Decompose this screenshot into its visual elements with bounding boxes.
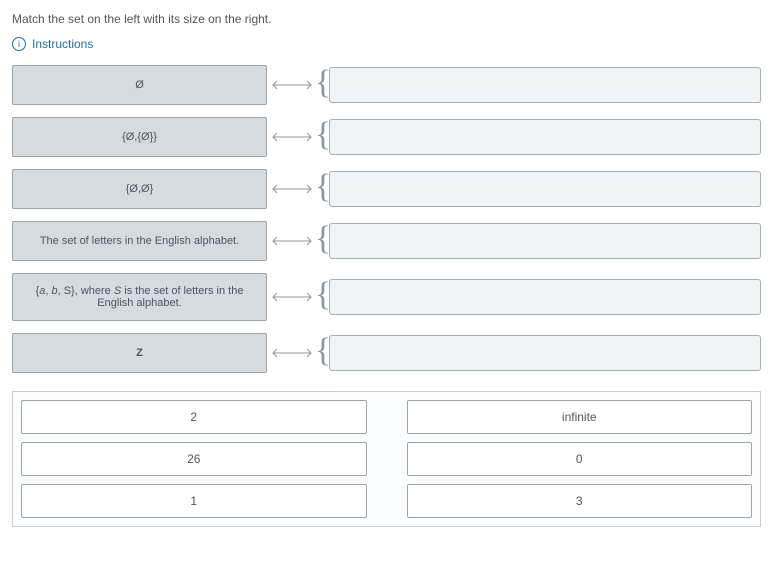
match-row: Ø { [12, 65, 761, 105]
answer-option[interactable]: 3 [407, 484, 753, 518]
answer-option[interactable]: 1 [21, 484, 367, 518]
brace-icon: { [317, 177, 329, 201]
drop-target[interactable] [329, 335, 761, 371]
drop-target[interactable] [329, 279, 761, 315]
connector [267, 132, 317, 142]
set-card[interactable]: {Ø,Ø} [12, 169, 267, 209]
double-arrow-icon [269, 80, 315, 90]
set-card[interactable]: {Ø,{Ø}} [12, 117, 267, 157]
match-row: Z { [12, 333, 761, 373]
set-card[interactable]: The set of letters in the English alphab… [12, 221, 267, 261]
brace-icon: { [317, 341, 329, 365]
double-arrow-icon [269, 348, 315, 358]
brace-icon: { [317, 73, 329, 97]
answer-bank: 2 infinite 26 0 1 3 [12, 391, 761, 527]
info-icon: i [12, 37, 26, 51]
answer-option[interactable]: 2 [21, 400, 367, 434]
drop-target[interactable] [329, 119, 761, 155]
match-rows: Ø { {Ø,{Ø}} { {Ø,Ø} [12, 65, 761, 373]
connector [267, 292, 317, 302]
question-prompt: Match the set on the left with its size … [12, 12, 761, 26]
double-arrow-icon [269, 292, 315, 302]
connector [267, 348, 317, 358]
set-card-text: {a, b, S}, where S is the set of letters… [21, 285, 258, 309]
match-row: {a, b, S}, where S is the set of letters… [12, 273, 761, 321]
brace-icon: { [317, 285, 329, 309]
match-row: {Ø,Ø} { [12, 169, 761, 209]
brace-icon: { [317, 125, 329, 149]
connector [267, 80, 317, 90]
double-arrow-icon [269, 236, 315, 246]
drop-target[interactable] [329, 223, 761, 259]
answer-bank-grid: 2 infinite 26 0 1 3 [21, 400, 752, 518]
set-card[interactable]: Ø [12, 65, 267, 105]
answer-option[interactable]: 0 [407, 442, 753, 476]
match-row: {Ø,{Ø}} { [12, 117, 761, 157]
connector [267, 184, 317, 194]
answer-option[interactable]: infinite [407, 400, 753, 434]
instructions-label: Instructions [32, 37, 93, 51]
double-arrow-icon [269, 184, 315, 194]
set-card[interactable]: {a, b, S}, where S is the set of letters… [12, 273, 267, 321]
instructions-link[interactable]: i Instructions [12, 37, 93, 51]
drop-target[interactable] [329, 171, 761, 207]
connector [267, 236, 317, 246]
answer-option[interactable]: 26 [21, 442, 367, 476]
set-card-text: Z [136, 347, 143, 359]
set-card[interactable]: Z [12, 333, 267, 373]
match-row: The set of letters in the English alphab… [12, 221, 761, 261]
brace-icon: { [317, 229, 329, 253]
drop-target[interactable] [329, 67, 761, 103]
double-arrow-icon [269, 132, 315, 142]
